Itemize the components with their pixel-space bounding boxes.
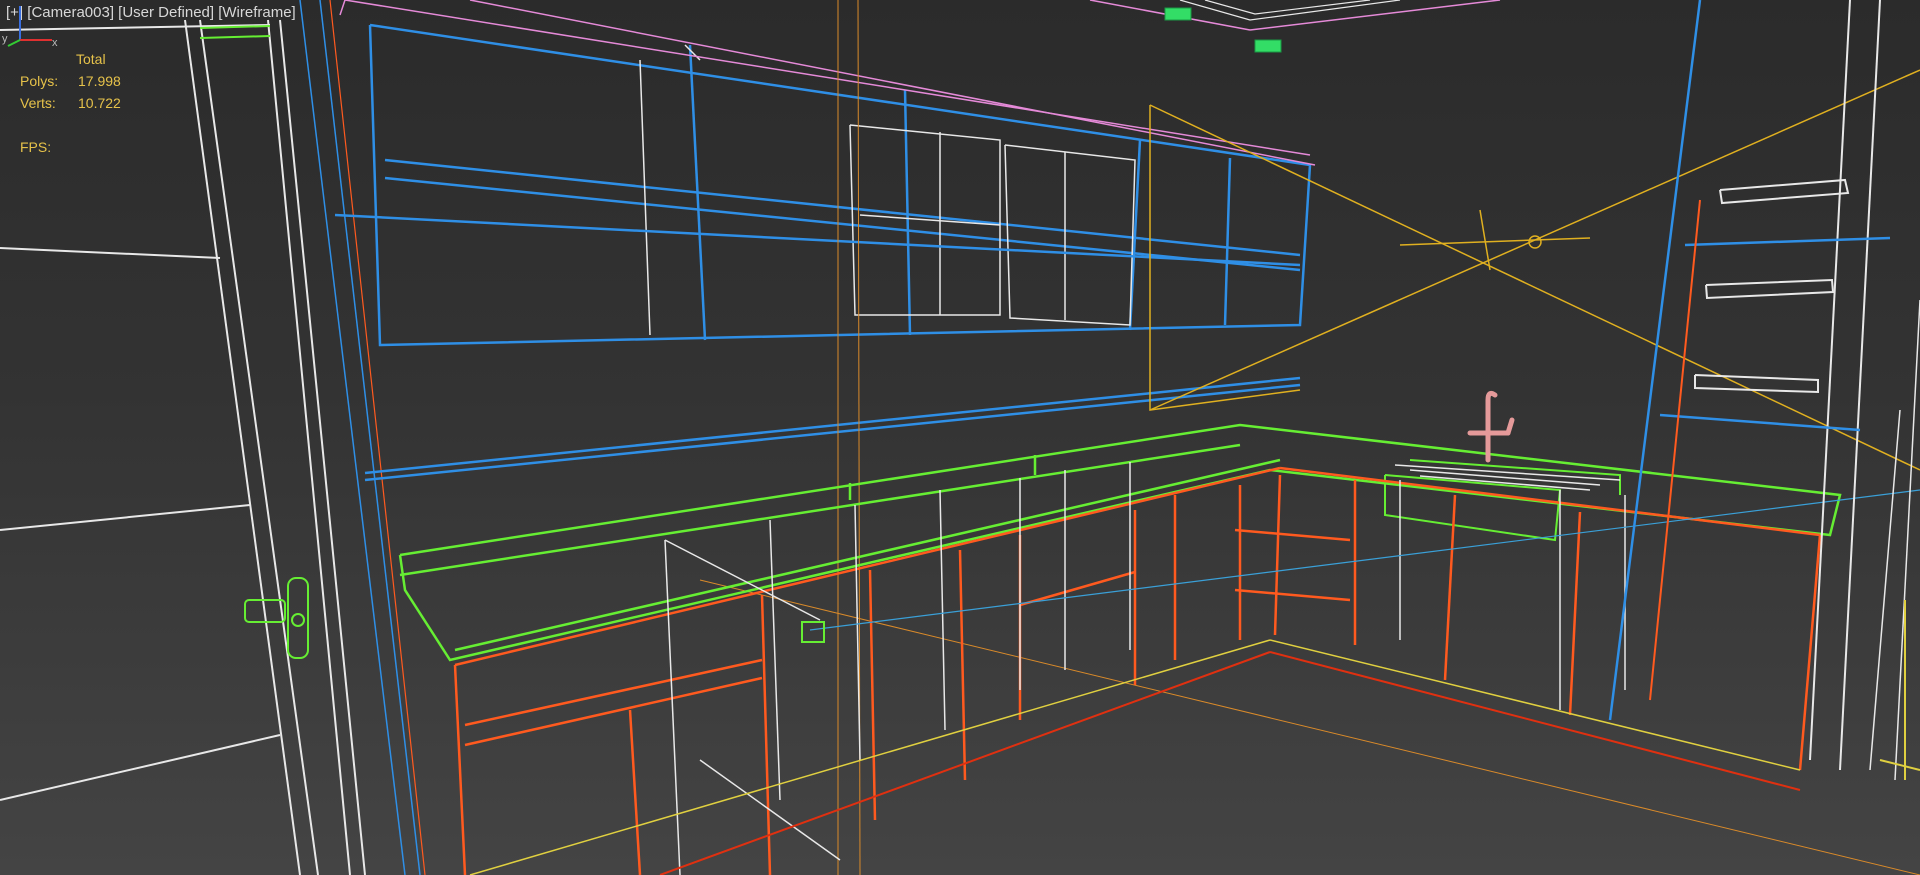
shading-menu[interactable]: [Wireframe] bbox=[218, 4, 296, 21]
countertop[interactable] bbox=[398, 423, 1842, 662]
stats-total-label: Total bbox=[76, 51, 106, 67]
axis-y-label: y bbox=[2, 33, 8, 45]
stats-overlay: Total Polys: 17.998 Verts: 10.722 FPS: bbox=[20, 48, 121, 158]
wireframe-scene[interactable] bbox=[0, 0, 1920, 875]
stats-fps-row: FPS: bbox=[20, 136, 121, 158]
stats-polys-value: 17.998 bbox=[78, 73, 121, 89]
viewport-3d[interactable]: [+] [Camera003] [User Defined] [Wirefram… bbox=[0, 0, 1920, 875]
axis-x-label: x bbox=[52, 37, 58, 49]
stats-verts-row: Verts: 10.722 bbox=[20, 92, 121, 114]
stats-verts-value: 10.722 bbox=[78, 95, 121, 111]
view-mode-menu[interactable]: [User Defined] bbox=[118, 4, 214, 21]
ceiling-lines bbox=[339, 0, 1501, 166]
axis-tripod-icon: y x bbox=[2, 6, 58, 49]
ceiling-fixtures bbox=[1164, 7, 1282, 53]
light-gizmo[interactable] bbox=[1149, 69, 1920, 471]
stats-verts-label: Verts: bbox=[20, 95, 56, 111]
stats-fps-label: FPS: bbox=[20, 139, 52, 155]
stats-polys-row: Polys: 17.998 bbox=[20, 70, 121, 92]
stats-polys-label: Polys: bbox=[20, 73, 59, 89]
floor-lines bbox=[659, 651, 1801, 875]
door-handle[interactable] bbox=[244, 577, 309, 659]
faucet[interactable] bbox=[1467, 390, 1515, 463]
right-wall-shelves[interactable] bbox=[1694, 0, 1881, 771]
